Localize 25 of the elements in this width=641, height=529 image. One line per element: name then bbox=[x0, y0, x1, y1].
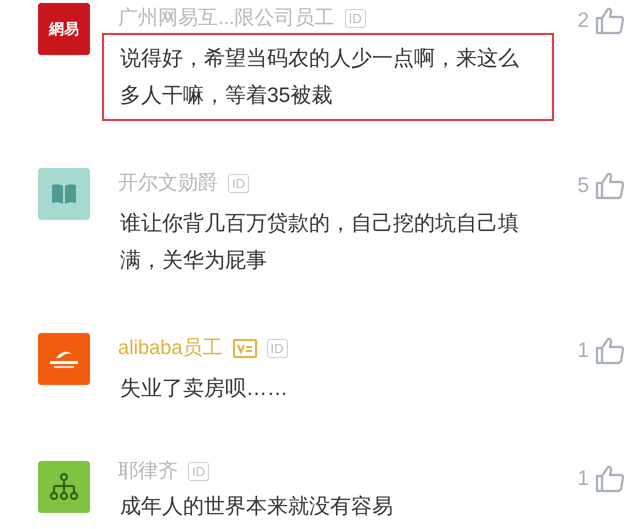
like-count: 1 bbox=[577, 338, 589, 364]
id-badge: ID bbox=[344, 8, 366, 28]
thumbs-up-icon[interactable] bbox=[595, 172, 625, 200]
comment-text: 谁让你背几百万贷款的，自己挖的坑自己填满，关华为屁事 bbox=[119, 211, 520, 274]
avatar-icon bbox=[38, 168, 90, 220]
like-count: 2 bbox=[577, 8, 589, 34]
avatar-icon bbox=[38, 461, 90, 513]
user-name[interactable]: 开尔文勋爵 bbox=[118, 173, 218, 193]
like-count: 1 bbox=[577, 466, 589, 492]
user-name[interactable]: 广州网易互...限公司员工 bbox=[118, 8, 335, 28]
id-badge: ID bbox=[188, 462, 209, 480]
thumbs-up-icon[interactable] bbox=[595, 7, 625, 35]
user-name[interactable]: 耶律齐 bbox=[118, 461, 178, 481]
thumbs-up-icon[interactable] bbox=[595, 337, 625, 365]
avatar-logo-text: 網易 bbox=[49, 22, 79, 36]
id-badge: ID bbox=[228, 174, 249, 192]
id-badge: ID bbox=[266, 338, 288, 358]
user-name[interactable]: alibaba员工 bbox=[118, 338, 223, 358]
comment-text: 成年人的世界本来就没有容易 bbox=[119, 494, 394, 520]
comment-text: 说得好，希望当码农的人少一点啊，来这么多人干嘛，等着35被裁 bbox=[102, 33, 554, 121]
verified-badge-icon bbox=[232, 338, 257, 358]
thumbs-up-icon[interactable] bbox=[595, 465, 625, 493]
comment-text: 失业了卖房呗…… bbox=[119, 376, 289, 402]
like-count: 5 bbox=[577, 173, 589, 199]
avatar-icon bbox=[38, 333, 90, 385]
